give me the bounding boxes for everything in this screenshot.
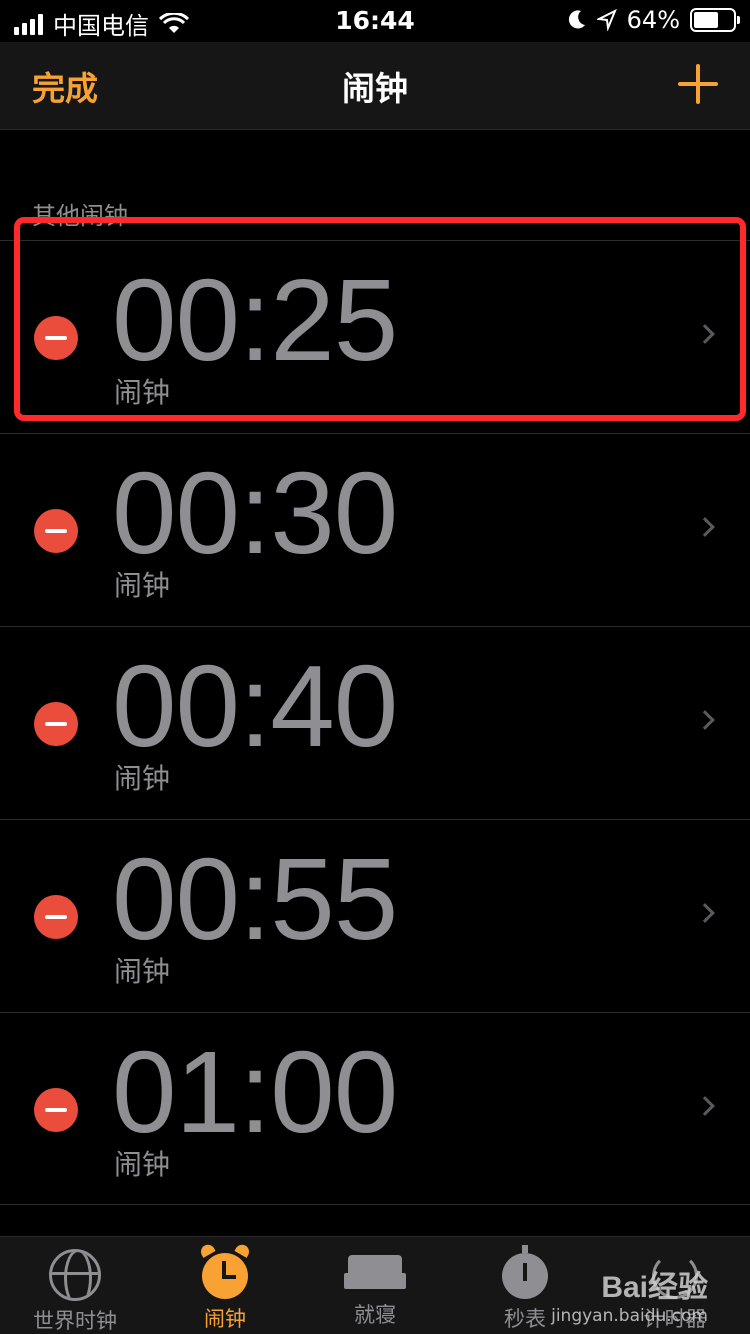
delete-alarm-button[interactable]: [34, 702, 78, 746]
delete-alarm-button[interactable]: [34, 895, 78, 939]
alarm-row[interactable]: 00:30 闹钟: [0, 433, 750, 626]
alarm-row[interactable]: 00:55 闹钟: [0, 819, 750, 1012]
chevron-right-icon[interactable]: [695, 517, 715, 537]
alarm-clock-icon: [198, 1242, 252, 1299]
battery-icon: [690, 8, 740, 32]
alarm-label: 闹钟: [114, 1148, 171, 1181]
status-bar: 中国电信 16:44 64%: [0, 0, 750, 42]
alarm-row[interactable]: 01:00 闹钟: [0, 1012, 750, 1205]
alarm-row[interactable]: 00:25 闹钟: [0, 217, 750, 433]
tab-label: 就寝: [354, 1303, 396, 1327]
alarm-time: 00:30: [112, 448, 398, 578]
page-title: 闹钟: [342, 69, 408, 108]
alarm-time: 00:40: [112, 641, 398, 771]
section-header-other-alarms: 其他闹钟: [32, 202, 128, 230]
chevron-right-icon[interactable]: [695, 710, 715, 730]
alarm-label: 闹钟: [114, 376, 171, 409]
moon-icon: [568, 10, 585, 29]
tab-bedtime[interactable]: 就寝: [300, 1237, 450, 1334]
chevron-right-icon[interactable]: [695, 324, 715, 344]
globe-icon: [49, 1249, 101, 1301]
delete-alarm-button[interactable]: [34, 1088, 78, 1132]
navigation-bar: 完成 闹钟: [0, 42, 750, 130]
delete-alarm-button[interactable]: [34, 509, 78, 553]
watermark-url: jingyan.baidu.com: [551, 1306, 708, 1326]
alarm-time: 01:00: [112, 1027, 398, 1157]
baidu-watermark: Bai经验 jingyan.baidu.com: [551, 1262, 708, 1326]
tab-label: 闹钟: [204, 1307, 246, 1331]
plus-icon[interactable]: [678, 64, 718, 104]
delete-alarm-button[interactable]: [34, 316, 78, 360]
chevron-right-icon[interactable]: [695, 1096, 715, 1116]
tab-label: 世界时钟: [33, 1309, 117, 1333]
location-icon: [596, 9, 617, 31]
battery-percent: 64%: [626, 6, 680, 34]
stopwatch-icon: [502, 1245, 548, 1299]
tab-world-clock[interactable]: 世界时钟: [0, 1237, 150, 1334]
alarm-list: 00:25 闹钟 00:30 闹钟 00:40 闹钟 00:55 闹钟 01:0…: [0, 217, 750, 1205]
alarm-label: 闹钟: [114, 762, 171, 795]
alarm-time: 00:25: [112, 255, 398, 385]
bed-icon: [344, 1255, 406, 1295]
tab-alarm[interactable]: 闹钟: [150, 1237, 300, 1334]
chevron-right-icon[interactable]: [695, 903, 715, 923]
alarm-label: 闹钟: [114, 569, 171, 602]
alarm-row[interactable]: 00:40 闹钟: [0, 626, 750, 819]
alarm-label: 闹钟: [114, 955, 171, 988]
alarm-time: 00:55: [112, 834, 398, 964]
watermark-brand: Bai经验: [601, 1271, 708, 1304]
